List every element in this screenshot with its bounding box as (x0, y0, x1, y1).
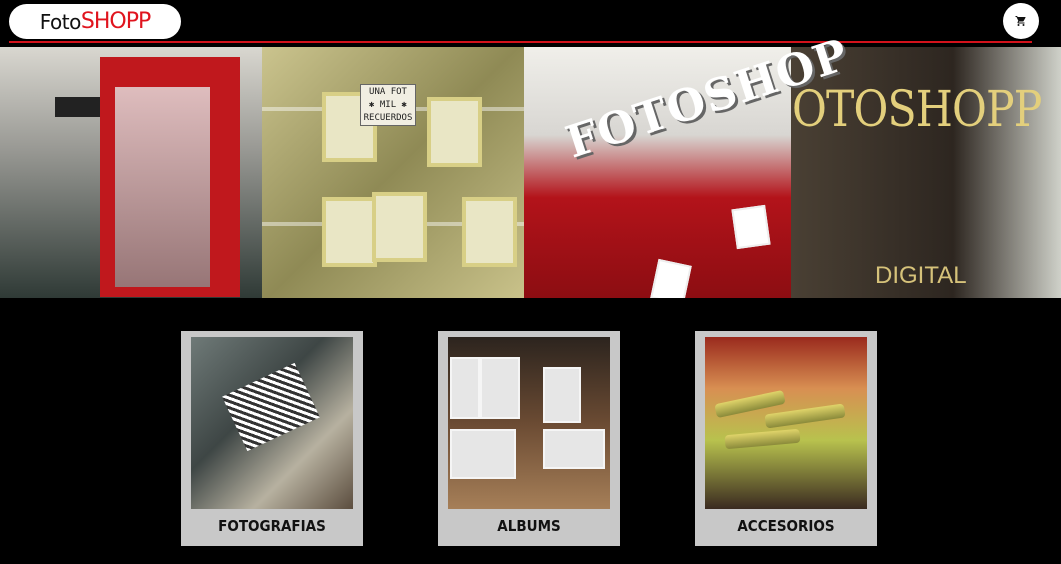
photo-frame (322, 197, 377, 267)
fotoshopp-logo[interactable]: Foto SHOPP (9, 4, 181, 39)
logo-text-foto: Foto (39, 9, 82, 34)
battery (724, 428, 801, 450)
logo-text-shopp: SHOPP (80, 9, 151, 34)
category-image-albums (448, 337, 610, 509)
category-section: FOTOGRAFIAS ALBUMS ACCESORIOS (0, 298, 1061, 564)
category-label: ALBUMS (497, 517, 561, 535)
category-card-fotografias[interactable]: FOTOGRAFIAS (181, 331, 363, 546)
letterboard-sign: UNA FOT ✱ MIL ✱ RECUERDOS (360, 84, 416, 126)
shopping-cart-icon (1015, 16, 1026, 26)
vintage-photo (480, 357, 520, 419)
photo-frame (372, 192, 427, 262)
category-image-fotografias (191, 337, 353, 509)
sign-line: RECUERDOS (363, 113, 413, 123)
kiosk-display (115, 87, 210, 287)
category-label: FOTOGRAFIAS (218, 517, 326, 535)
frame-pattern (222, 362, 320, 452)
sign-line: UNA FOT (369, 87, 407, 97)
vintage-photo (450, 357, 480, 419)
hero-photo-kiosk (0, 47, 262, 298)
polaroid-photo (650, 258, 692, 298)
top-header: Foto SHOPP (0, 0, 1061, 46)
digital-wall-text: DIGITAL (875, 262, 967, 289)
sign-line: ✱ MIL ✱ (369, 100, 407, 110)
cart-button[interactable] (1003, 3, 1039, 39)
category-image-accesorios (705, 337, 867, 509)
photo-frame (427, 97, 482, 167)
category-card-albums[interactable]: ALBUMS (438, 331, 620, 546)
vintage-photo (543, 429, 605, 469)
polaroid-photo (731, 204, 771, 250)
battery (764, 403, 846, 429)
store-sign (55, 97, 100, 117)
category-card-accesorios[interactable]: ACCESORIOS (695, 331, 877, 546)
header-divider (9, 41, 1032, 43)
vintage-photo (543, 367, 581, 423)
category-label: ACCESORIOS (737, 517, 835, 535)
vintage-photo (450, 429, 516, 479)
photo-frame (462, 197, 517, 267)
fotoshopp-wall-text: OTOSHOPP (792, 80, 1042, 138)
